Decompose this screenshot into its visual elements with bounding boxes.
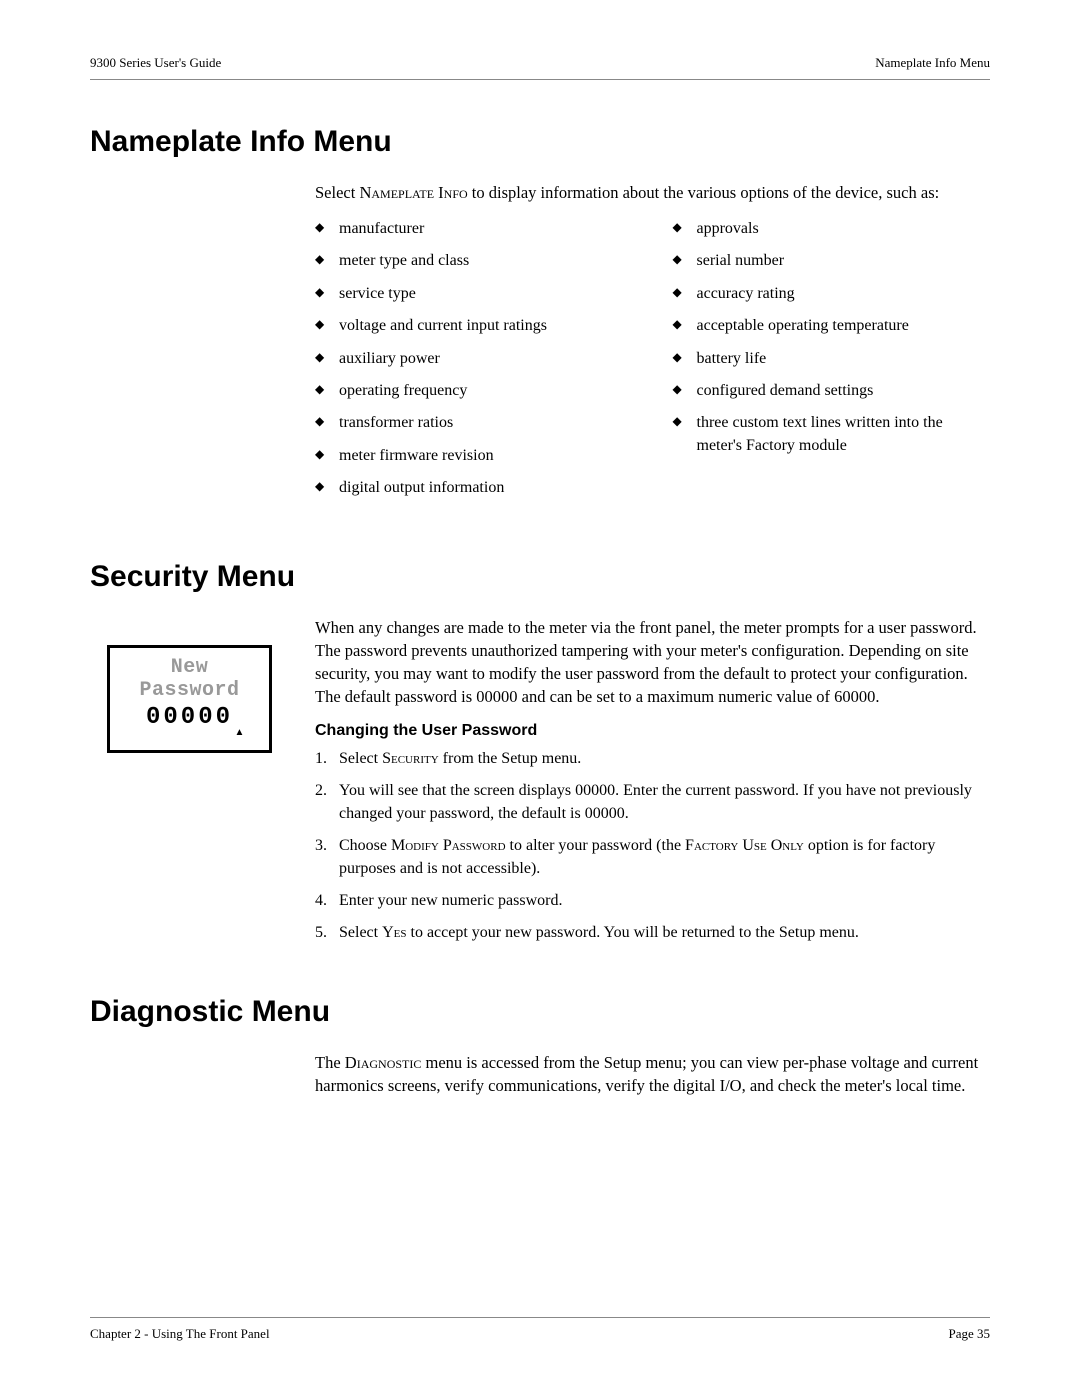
password-steps: Select Security from the Setup menu. You…: [315, 748, 990, 945]
list-item: configured demand settings: [673, 380, 991, 402]
header-left: 9300 Series User's Guide: [90, 55, 221, 71]
security-para: When any changes are made to the meter v…: [315, 616, 990, 708]
list-item: acceptable operating temperature: [673, 315, 991, 337]
list-item: operating frequency: [315, 380, 633, 402]
lcd-line-1: New Password: [116, 656, 263, 702]
list-item: three custom text lines written into the…: [673, 412, 991, 457]
heading-nameplate: Nameplate Info Menu: [90, 125, 990, 159]
page-footer: Chapter 2 - Using The Front Panel Page 3…: [90, 1317, 990, 1342]
step-item: Select Security from the Setup menu.: [315, 748, 990, 770]
step-item: You will see that the screen displays 00…: [315, 780, 990, 825]
list-item: manufacturer: [315, 218, 633, 240]
list-item: service type: [315, 283, 633, 305]
footer-right: Page 35: [948, 1326, 990, 1342]
heading-diagnostic: Diagnostic Menu: [90, 995, 990, 1029]
step-item: Select Yes to accept your new password. …: [315, 922, 990, 944]
heading-security: Security Menu: [90, 560, 990, 594]
list-item: meter firmware revision: [315, 445, 633, 467]
nameplate-columns: manufacturer meter type and class servic…: [315, 218, 990, 510]
diagnostic-para: The Diagnostic menu is accessed from the…: [315, 1051, 990, 1097]
section-security: Security Menu When any changes are made …: [90, 560, 990, 945]
list-item: auxiliary power: [315, 348, 633, 370]
list-item: accuracy rating: [673, 283, 991, 305]
list-item: meter type and class: [315, 250, 633, 272]
list-item: digital output information: [315, 477, 633, 499]
list-item: battery life: [673, 348, 991, 370]
page-header: 9300 Series User's Guide Nameplate Info …: [90, 55, 990, 80]
step-item: Choose Modify Password to alter your pas…: [315, 835, 990, 880]
section-diagnostic: Diagnostic Menu The Diagnostic menu is a…: [90, 995, 990, 1097]
lcd-display: New Password 00000 ▲: [107, 645, 272, 753]
subheading-change-password: Changing the User Password: [315, 722, 990, 740]
list-item: transformer ratios: [315, 412, 633, 434]
nameplate-list-right: approvals serial number accuracy rating …: [673, 218, 991, 510]
nameplate-list-left: manufacturer meter type and class servic…: [315, 218, 633, 510]
header-right: Nameplate Info Menu: [875, 55, 990, 71]
list-item: voltage and current input ratings: [315, 315, 633, 337]
list-item: serial number: [673, 250, 991, 272]
list-item: approvals: [673, 218, 991, 240]
nameplate-intro: Select Nameplate Info to display informa…: [315, 181, 990, 204]
step-item: Enter your new numeric password.: [315, 890, 990, 912]
document-page: 9300 Series User's Guide Nameplate Info …: [0, 0, 1080, 1397]
footer-left: Chapter 2 - Using The Front Panel: [90, 1326, 270, 1342]
section-nameplate: Nameplate Info Menu Select Nameplate Inf…: [90, 125, 990, 510]
